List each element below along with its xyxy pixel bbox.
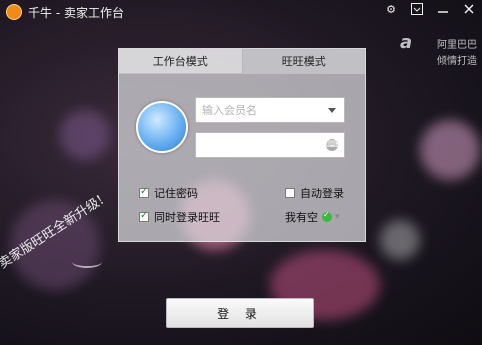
login-wangwang-label: 同时登录旺旺 xyxy=(154,211,220,224)
brand-name: 阿里巴巴 xyxy=(437,40,477,51)
qianniu-logo-icon xyxy=(6,4,22,20)
password-input[interactable] xyxy=(196,133,320,157)
minimize-icon[interactable] xyxy=(436,2,450,16)
alibaba-logo-icon: a xyxy=(400,32,413,53)
login-panel: 工作台模式 旺旺模式 ⌨ 记住密码 自动登录 同时登录旺旺 我有空 ▾ xyxy=(118,48,366,242)
mode-tabs: 工作台模式 旺旺模式 xyxy=(119,49,365,74)
gear-icon[interactable]: ⚙ xyxy=(384,2,398,16)
close-icon[interactable] xyxy=(462,2,476,16)
bokeh-decoration xyxy=(60,110,110,160)
online-status-selector[interactable]: 我有空 ▾ xyxy=(285,209,340,225)
slogan-swirl xyxy=(72,256,102,268)
login-wangwang-checkbox[interactable] xyxy=(139,210,149,222)
remember-password-checkbox[interactable] xyxy=(139,186,149,198)
chevron-down-icon: ▾ xyxy=(335,212,340,222)
tab-wangwang-mode[interactable]: 旺旺模式 xyxy=(241,49,365,74)
brand-tagline: 倾情打造 xyxy=(437,56,477,67)
bokeh-decoration xyxy=(420,120,480,180)
status-online-icon xyxy=(322,210,332,222)
keyboard-icon[interactable]: ⌨ xyxy=(326,139,339,151)
remember-password-label: 记住密码 xyxy=(154,187,198,200)
chevron-down-icon[interactable] xyxy=(328,108,336,113)
menu-icon[interactable] xyxy=(410,2,424,16)
window-controls: ⚙ xyxy=(384,2,476,16)
online-status-label: 我有空 xyxy=(285,211,318,224)
login-button[interactable]: 登 录 xyxy=(166,298,314,328)
bokeh-decoration xyxy=(380,220,420,260)
tab-workbench-mode[interactable]: 工作台模式 xyxy=(119,49,242,74)
title-bar: 千牛 - 卖家工作台 ⚙ xyxy=(0,0,482,24)
remember-password-option[interactable]: 记住密码 xyxy=(139,185,198,201)
username-field xyxy=(195,97,345,123)
password-field: ⌨ xyxy=(195,132,345,158)
login-wangwang-option[interactable]: 同时登录旺旺 xyxy=(139,209,220,225)
alibaba-brand: a 阿里巴巴 倾情打造 xyxy=(400,30,482,70)
auto-login-checkbox[interactable] xyxy=(285,188,295,198)
window-title: 千牛 - 卖家工作台 xyxy=(28,5,124,20)
auto-login-option[interactable]: 自动登录 xyxy=(285,185,344,201)
username-input[interactable] xyxy=(196,98,320,122)
avatar[interactable] xyxy=(136,101,188,153)
auto-login-label: 自动登录 xyxy=(300,187,344,200)
